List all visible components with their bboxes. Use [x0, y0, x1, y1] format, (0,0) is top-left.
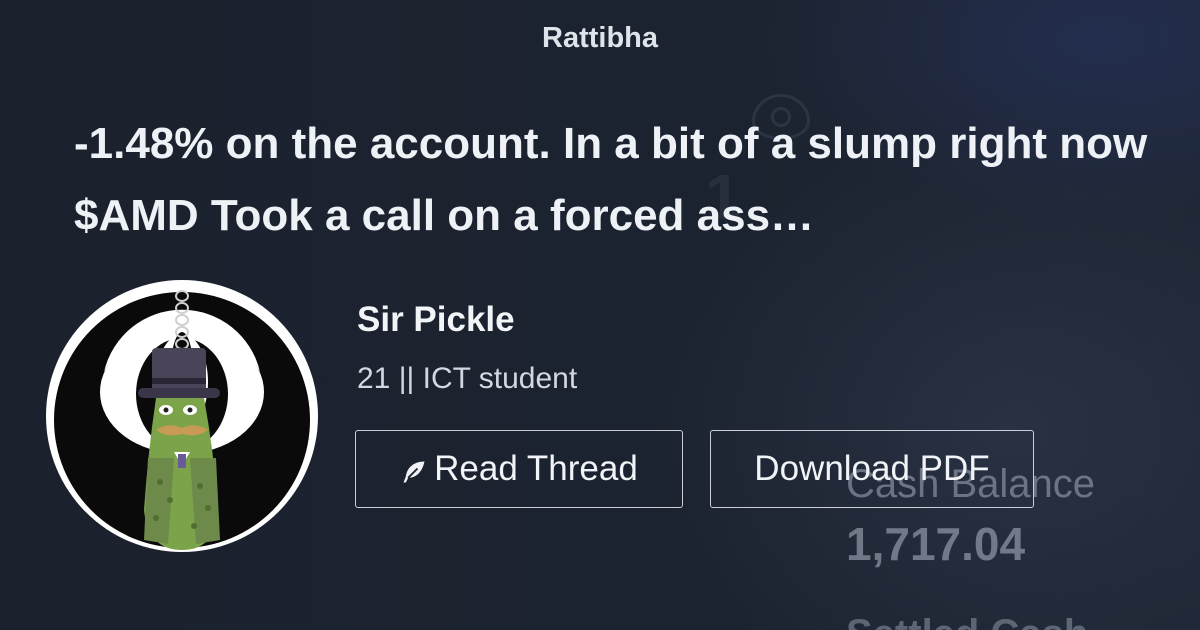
avatar-illustration: [48, 282, 316, 550]
thread-title: -1.48% on the account. In a bit of a slu…: [74, 119, 1148, 240]
author-avatar[interactable]: [48, 282, 316, 550]
read-thread-label: Read Thread: [434, 449, 638, 488]
author-name[interactable]: Sir Pickle: [357, 300, 515, 340]
background-cash-value: 1,717.04: [846, 518, 1026, 570]
brand-name[interactable]: Rattibha: [0, 22, 1200, 55]
author-bio: 21 || ICT student: [357, 362, 578, 395]
read-thread-button[interactable]: Read Thread: [355, 430, 683, 508]
background-partial-label: Settled Cash: [846, 612, 1088, 630]
feather-icon: [403, 461, 425, 483]
download-pdf-button[interactable]: Download PDF: [710, 430, 1034, 508]
download-pdf-label: Download PDF: [754, 449, 990, 488]
